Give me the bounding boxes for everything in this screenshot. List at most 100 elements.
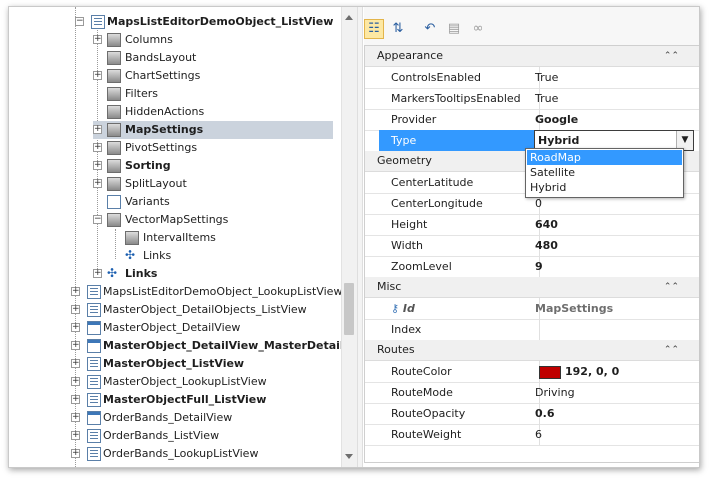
list-view-icon <box>87 375 101 389</box>
expand-icon[interactable]: + <box>71 341 80 350</box>
prop-value[interactable]: Driving <box>535 382 695 403</box>
tree-node-mapsettings[interactable]: + MapSettings <box>93 121 333 139</box>
expand-icon[interactable]: + <box>71 359 80 368</box>
scroll-down-icon[interactable] <box>345 454 353 459</box>
list-view-icon <box>87 357 101 371</box>
expand-icon[interactable]: + <box>93 143 102 152</box>
detail-view-icon <box>87 339 101 353</box>
reset-icon[interactable]: ▤ <box>444 19 464 39</box>
prop-value[interactable]: 640 <box>535 214 695 235</box>
expand-icon[interactable]: + <box>71 449 80 458</box>
category-appearance[interactable]: Appearance ⌃⌃ <box>365 46 699 67</box>
category-label: Misc <box>377 280 402 293</box>
panel-splitter[interactable] <box>357 7 363 467</box>
prop-row-routeopacity[interactable]: RouteOpacity 0.6 <box>365 403 699 425</box>
expand-icon[interactable]: + <box>71 377 80 386</box>
prop-row-controlsenabled[interactable]: ControlsEnabled True <box>365 67 699 89</box>
tree-node-label: OrderBands_DetailView <box>103 411 233 424</box>
model-editor-window: − MapsListEditorDemoObject_ListView + Co… <box>8 6 700 468</box>
prop-value[interactable]: True <box>535 88 695 109</box>
prop-value[interactable]: True <box>535 67 695 88</box>
prop-name: RouteMode <box>379 382 540 403</box>
expand-icon[interactable]: + <box>71 395 80 404</box>
tree-node-label: OrderBands_LookupListView <box>103 447 259 460</box>
prop-row-routecolor[interactable]: RouteColor 192, 0, 0 <box>365 361 699 383</box>
node-icon <box>107 159 121 173</box>
prop-row-routemode[interactable]: RouteMode Driving <box>365 382 699 404</box>
prop-value[interactable]: 0.6 <box>535 403 695 424</box>
prop-name: ControlsEnabled <box>379 67 540 88</box>
node-icon <box>107 123 121 137</box>
tree-node-label: MasterObject_ListView <box>103 357 245 370</box>
expand-icon[interactable]: + <box>93 35 102 44</box>
prop-row-zoomlevel[interactable]: ZoomLevel 9 <box>365 256 699 278</box>
expand-icon[interactable]: + <box>71 413 80 422</box>
prop-row-routeweight[interactable]: RouteWeight 6 <box>365 424 699 446</box>
category-label: Appearance <box>377 49 444 62</box>
prop-name: Width <box>379 235 540 256</box>
prop-name: CenterLongitude <box>379 193 540 214</box>
node-icon <box>107 177 121 191</box>
expand-icon[interactable]: + <box>93 161 102 170</box>
prop-value: MapSettings <box>535 302 614 315</box>
links-icon: ✣ <box>125 248 136 262</box>
tree-node-label: IntervalItems <box>143 231 216 244</box>
scrollbar-thumb[interactable] <box>344 283 354 335</box>
collapse-chevron-icon[interactable]: ⌃⌃ <box>664 340 679 360</box>
scroll-up-icon[interactable] <box>345 15 353 20</box>
prop-name: Provider <box>379 109 540 130</box>
collapse-icon[interactable]: − <box>75 17 84 26</box>
undo-icon[interactable]: ↶ <box>420 19 440 39</box>
collapse-chevron-icon[interactable]: ⌃⌃ <box>664 277 679 297</box>
property-grid-toolbar: ☷ ⇅ ↶ ▤ ∞ <box>364 7 699 45</box>
prop-name: ZoomLevel <box>379 256 540 277</box>
property-grid-body: Appearance ⌃⌃ ControlsEnabled True Marke… <box>364 45 699 463</box>
property-grid: ☷ ⇅ ↶ ▤ ∞ Appearance ⌃⌃ ControlsEnabled … <box>364 7 699 467</box>
prop-name: Index <box>379 319 540 340</box>
list-view-icon <box>87 447 101 461</box>
alphabetical-sort-icon[interactable]: ⇅ <box>388 19 408 39</box>
expand-icon[interactable]: + <box>71 323 80 332</box>
prop-row-provider[interactable]: Provider Google <box>365 109 699 131</box>
tree-node-label: Sorting <box>125 159 171 172</box>
node-icon <box>107 105 121 119</box>
link-icon[interactable]: ∞ <box>468 19 488 39</box>
node-icon <box>107 141 121 155</box>
node-icon <box>107 33 121 47</box>
expand-icon[interactable]: + <box>93 179 102 188</box>
category-routes[interactable]: Routes ⌃⌃ <box>365 340 699 361</box>
collapse-chevron-icon[interactable]: ⌃⌃ <box>664 46 679 66</box>
expand-icon[interactable]: + <box>71 305 80 314</box>
tree-node-label: MapSettings <box>125 123 204 136</box>
prop-name: RouteWeight <box>379 424 540 445</box>
prop-row-id[interactable]: ⚷ Id MapSettings <box>365 298 699 320</box>
dropdown-option-roadmap[interactable]: RoadMap <box>527 150 682 165</box>
tree-node-label: MasterObjectFull_ListView <box>103 393 267 406</box>
prop-name: ⚷ Id <box>379 298 540 319</box>
dropdown-option-satellite[interactable]: Satellite <box>527 165 682 180</box>
expand-icon[interactable]: + <box>71 287 80 296</box>
expand-icon[interactable]: + <box>71 431 80 440</box>
prop-name: RouteColor <box>379 361 540 382</box>
categorized-view-icon[interactable]: ☷ <box>364 19 384 39</box>
dropdown-option-hybrid[interactable]: Hybrid <box>527 180 682 195</box>
list-view-icon <box>87 429 101 443</box>
collapse-icon[interactable]: − <box>93 215 102 224</box>
prop-value[interactable]: 480 <box>535 235 695 256</box>
prop-value[interactable]: 192, 0, 0 <box>535 361 699 382</box>
detail-view-icon <box>87 321 101 335</box>
prop-value[interactable]: Google <box>535 109 695 130</box>
prop-row-width[interactable]: Width 480 <box>365 235 699 257</box>
expand-icon[interactable]: + <box>93 125 102 134</box>
expand-icon[interactable]: + <box>93 269 102 278</box>
prop-value[interactable]: 9 <box>535 256 695 277</box>
prop-row-index[interactable]: Index <box>365 319 699 341</box>
prop-row-height[interactable]: Height 640 <box>365 214 699 236</box>
category-misc[interactable]: Misc ⌃⌃ <box>365 277 699 298</box>
node-icon <box>107 51 121 65</box>
prop-value[interactable]: 6 <box>535 424 695 445</box>
expand-icon[interactable]: + <box>93 71 102 80</box>
category-label: Routes <box>377 343 415 356</box>
prop-row-markerstooltipsenabled[interactable]: MarkersTooltipsEnabled True <box>365 88 699 110</box>
tree-scrollbar[interactable] <box>341 7 357 467</box>
